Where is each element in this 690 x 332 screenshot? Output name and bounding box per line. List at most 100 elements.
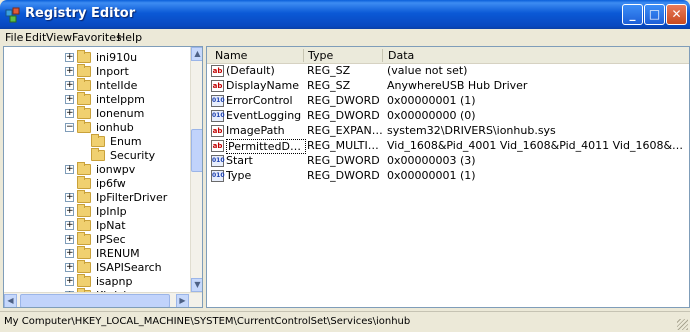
string-value-icon: ab <box>211 65 224 77</box>
string-value-icon: ab <box>211 140 224 152</box>
tree-horizontal-scrollbar[interactable]: ◀ ▶ <box>4 292 202 307</box>
value-data: Vid_1608&Pid_4001 Vid_1608&Pid_4011 Vid_… <box>387 139 689 152</box>
tree-vertical-scrollbar[interactable]: ▲ ▼ <box>190 47 202 292</box>
tree-item-label: Inport <box>96 64 129 78</box>
value-row[interactable]: ab DisplayName REG_SZ AnywhereUSB Hub Drive… <box>207 79 689 93</box>
value-row[interactable]: 010 EventLogging REG_DWORD 0x00000000 (0) <box>207 109 689 123</box>
string-value-icon: ab <box>211 125 224 137</box>
expand-icon[interactable]: + <box>65 206 74 216</box>
expand-icon[interactable]: + <box>65 248 74 258</box>
value-type: REG_EXPAND_SZ <box>307 124 383 137</box>
column-divider[interactable] <box>303 49 304 62</box>
value-name: EventLogging <box>226 109 302 122</box>
scroll-left-button[interactable]: ◀ <box>4 294 17 307</box>
menu-file[interactable]: File <box>5 31 23 44</box>
binary-value-icon: 010 <box>211 110 225 122</box>
value-row[interactable]: ab (Default) REG_SZ (value not set) <box>207 64 689 78</box>
close-icon: ✕ <box>671 7 682 21</box>
folder-icon <box>77 63 91 77</box>
close-button[interactable]: ✕ <box>666 4 687 25</box>
tree-item-label: isapnp <box>96 274 133 288</box>
column-divider[interactable] <box>382 49 383 62</box>
folder-icon <box>77 231 91 245</box>
scroll-right-button[interactable]: ▶ <box>176 294 189 307</box>
folder-icon <box>77 217 91 231</box>
value-name: DisplayName <box>226 79 299 92</box>
value-data: 0x00000003 (3) <box>387 154 476 167</box>
expand-icon[interactable]: + <box>65 164 74 174</box>
values-list-pane[interactable]: Name Type Data ab (Default) REG_SZ (value n… <box>206 46 690 308</box>
folder-icon <box>77 49 91 63</box>
expand-icon[interactable]: + <box>65 52 74 62</box>
expand-icon[interactable]: + <box>65 262 74 272</box>
horizontal-scroll-thumb[interactable] <box>20 294 170 307</box>
resize-grip[interactable] <box>677 319 688 330</box>
value-name: PermittedDevices <box>226 139 306 154</box>
menu-favorites[interactable]: Favorites <box>72 31 122 44</box>
scroll-down-button[interactable]: ▼ <box>191 278 202 292</box>
list-header: Name Type Data <box>207 47 689 64</box>
folder-icon <box>77 175 91 189</box>
value-name: Start <box>226 154 253 167</box>
value-data: 0x00000000 (0) <box>387 109 476 122</box>
value-type: REG_DWORD <box>307 154 380 167</box>
value-name: Type <box>226 169 252 182</box>
value-row[interactable]: abImagePath REG_EXPAND_SZ system32\DRIVERS… <box>207 124 689 138</box>
tree-item-label: IpInIp <box>96 204 127 218</box>
tree-item-label: IpNat <box>96 218 126 232</box>
value-type: REG_SZ <box>307 79 351 92</box>
value-name: (Default) <box>226 64 275 77</box>
expand-icon[interactable]: + <box>65 234 74 244</box>
column-header-name[interactable]: Name <box>215 49 247 62</box>
tree-item-label: IpFilterDriver <box>96 190 168 204</box>
key-tree-pane[interactable]: + ini910u + Inport + IntelIde + intelppm + Ionenu… <box>3 46 203 308</box>
string-value-icon: ab <box>211 80 224 92</box>
tree-item-label: ip6fw <box>96 176 126 190</box>
column-header-data[interactable]: Data <box>388 49 414 62</box>
expand-icon[interactable]: + <box>65 66 74 76</box>
tree-item-label: IntelIde <box>96 78 138 92</box>
value-type: REG_MULTI_SZ <box>307 139 383 152</box>
tree-item-label: ionhub <box>95 120 135 134</box>
menu-edit[interactable]: Edit <box>25 31 46 44</box>
column-header-type[interactable]: Type <box>308 49 333 62</box>
tree-item-label: intelppm <box>96 92 145 106</box>
folder-icon <box>77 105 91 119</box>
expand-icon[interactable]: + <box>65 220 74 230</box>
minimize-icon: _ <box>629 7 636 21</box>
status-path: My Computer\HKEY_LOCAL_MACHINE\SYSTEM\Cu… <box>4 316 411 327</box>
window-title: Registry Editor <box>25 6 136 21</box>
tree-item-label: IRENUM <box>96 246 140 260</box>
vertical-scroll-thumb[interactable] <box>191 129 202 172</box>
registry-editor-icon <box>5 7 20 23</box>
tree-item-label: IPSec <box>96 232 126 246</box>
maximize-icon: □ <box>648 7 661 21</box>
value-type: REG_DWORD <box>307 94 380 107</box>
value-row[interactable]: 010 Type REG_DWORD 0x00000001 (1) <box>207 169 689 183</box>
maximize-button[interactable]: □ <box>644 4 665 25</box>
folder-icon <box>77 91 91 105</box>
value-row[interactable]: abPermittedDevicesREG_MULTI_SZ Vid_1608&P… <box>207 139 689 154</box>
minimize-button[interactable]: _ <box>622 4 643 25</box>
scroll-up-button[interactable]: ▲ <box>191 47 202 61</box>
binary-value-icon: 010 <box>211 155 225 167</box>
expand-icon[interactable]: + <box>65 108 74 118</box>
tree-item-label: Security <box>110 148 156 162</box>
menu-help[interactable]: Help <box>117 31 142 44</box>
collapse-icon[interactable]: − <box>65 122 74 132</box>
value-row[interactable]: 010 Start REG_DWORD 0x00000003 (3) <box>207 154 689 168</box>
value-row[interactable]: 010 ErrorControl REG_DWORD 0x00000001 (1) <box>207 94 689 108</box>
value-data: (value not set) <box>387 64 468 77</box>
binary-value-icon: 010 <box>211 170 225 182</box>
value-type: REG_SZ <box>307 64 351 77</box>
expand-icon[interactable]: + <box>65 276 74 286</box>
folder-icon <box>77 203 91 217</box>
tree-item-label: ini910u <box>96 50 138 64</box>
expand-icon[interactable]: + <box>65 94 74 104</box>
menu-view[interactable]: View <box>46 31 72 44</box>
expand-icon[interactable]: + <box>65 80 74 90</box>
binary-value-icon: 010 <box>211 95 225 107</box>
expand-icon[interactable]: + <box>65 192 74 202</box>
tree-item-label: ionwpv <box>96 162 136 176</box>
title-bar: Registry Editor _ □ ✕ <box>0 0 690 29</box>
